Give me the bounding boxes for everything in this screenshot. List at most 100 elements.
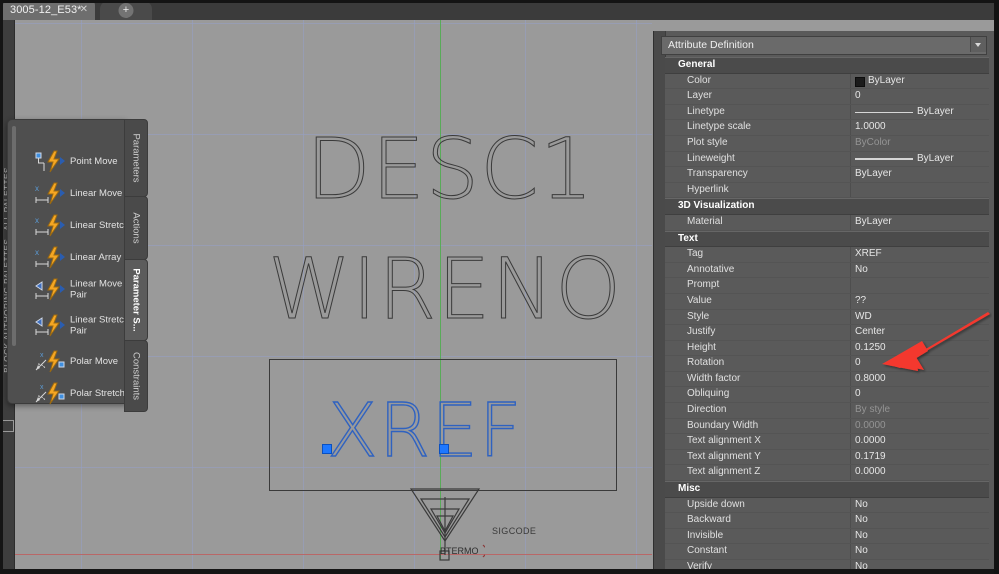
property-row[interactable]: Transparency ByLayer (665, 167, 989, 183)
palette-tool-linear-array[interactable]: x Linear Array (34, 242, 130, 274)
palette-tool-linear-move[interactable]: x Linear Move (34, 178, 130, 210)
property-value[interactable]: Center (855, 326, 885, 337)
property-row[interactable]: Justify Center (665, 325, 989, 341)
property-value[interactable]: By style (855, 404, 890, 415)
property-group-header[interactable]: 3D Visualization (665, 198, 989, 215)
desc1-text[interactable]: DESC1 (305, 120, 594, 219)
palette-tab-parameters[interactable]: Parameters (124, 119, 148, 197)
property-value[interactable]: 0.0000 (855, 466, 886, 477)
palette-tool-linear-move-pair[interactable]: Linear Move Pair (34, 274, 130, 306)
property-value[interactable]: ByLayer (855, 168, 892, 179)
property-value[interactable]: ByLayer (917, 106, 954, 117)
property-row[interactable]: Upside down No (665, 497, 989, 514)
linear-move-icon: x (35, 182, 65, 205)
property-row[interactable]: Style WD (665, 309, 989, 326)
property-row[interactable]: Linetype scale 1.0000 (665, 120, 989, 136)
xref-text[interactable]: XREF (326, 387, 522, 474)
object-type-dropdown[interactable]: Attribute Definition (661, 36, 987, 55)
palette-tab-constraints[interactable]: Constraints (124, 340, 148, 412)
property-value[interactable]: 0 (855, 357, 861, 368)
property-row[interactable]: Text alignment Y 0.1719 (665, 449, 989, 466)
property-value[interactable]: No (855, 264, 868, 275)
property-row[interactable]: Width factor 0.8000 (665, 371, 989, 388)
chevron-down-icon[interactable] (970, 37, 986, 52)
property-row[interactable]: Hyperlink (665, 182, 989, 199)
palette-tool-polar-stretch[interactable]: x Polar Stretch (34, 378, 130, 410)
block-authoring-palette[interactable]: Point Move x Linear Move x Linear Stretc… (7, 119, 130, 405)
property-row[interactable]: Annotative No (665, 262, 989, 279)
column-divider (850, 465, 851, 481)
property-group-header[interactable]: Misc (665, 481, 989, 498)
property-row[interactable]: Value?? (665, 293, 989, 310)
property-row[interactable]: Linetype ByLayer (665, 104, 989, 121)
linear-stretch-pair-icon (35, 314, 65, 337)
property-label: Layer (687, 90, 713, 102)
property-label: Prompt (687, 279, 720, 291)
new-tab-button[interactable]: + (100, 1, 152, 20)
property-value[interactable]: 0.8000 (855, 373, 886, 384)
property-value[interactable]: XREF (855, 248, 882, 259)
property-row[interactable]: Backward No (665, 513, 989, 529)
column-divider (850, 167, 851, 182)
property-row[interactable]: Lineweight ByLayer (665, 151, 989, 168)
property-row[interactable]: Color ByLayer (665, 73, 989, 90)
property-row[interactable]: Plot style ByColor (665, 135, 989, 152)
property-row[interactable]: Obliquing 0 (665, 387, 989, 404)
wireno-text[interactable]: WIRENO (267, 240, 622, 339)
close-icon[interactable]: ✕ (80, 4, 88, 15)
property-value[interactable]: 0.1719 (855, 451, 886, 462)
property-value[interactable]: ByLayer (917, 153, 954, 164)
property-row[interactable]: Tag XREF (665, 247, 989, 263)
property-row[interactable]: Height 0.1250 (665, 340, 989, 357)
palette-tool-point-move[interactable]: Point Move (34, 146, 130, 178)
palette-scrollbar[interactable] (12, 126, 16, 346)
property-value[interactable]: 0.0000 (855, 420, 886, 431)
property-value[interactable]: WD (855, 311, 872, 322)
property-row[interactable]: Boundary Width 0.0000 (665, 418, 989, 435)
property-value[interactable]: No (855, 499, 868, 510)
property-value[interactable]: ByLayer (868, 75, 905, 86)
property-row[interactable]: Prompt (665, 278, 989, 294)
property-value[interactable]: ByLayer (855, 216, 892, 227)
property-row[interactable]: Layer 0 (665, 89, 989, 105)
palette-tab-actions[interactable]: Actions (124, 196, 148, 260)
property-group-header[interactable]: Text (665, 230, 989, 248)
palette-tool-polar-move[interactable]: x Polar Move (34, 346, 130, 378)
property-row[interactable]: Text alignment Z 0.0000 (665, 465, 989, 482)
palette-options-icon[interactable] (2, 420, 14, 432)
property-row[interactable]: Text alignment X 0.0000 (665, 434, 989, 450)
grip-handle[interactable] (439, 444, 449, 454)
property-value[interactable]: 0 (855, 388, 861, 399)
property-label: Material (687, 215, 723, 227)
property-value[interactable]: No (855, 530, 868, 541)
palette-tool-linear-stretch[interactable]: x Linear Stretch (34, 210, 130, 242)
property-group-label: Misc (678, 483, 701, 495)
property-value[interactable]: ?? (855, 295, 866, 306)
property-label: Lineweight (687, 152, 735, 164)
property-value[interactable]: No (855, 514, 868, 525)
property-row[interactable]: Direction By style (665, 403, 989, 419)
image-border-top (0, 0, 999, 3)
property-value[interactable]: ByColor (855, 137, 891, 148)
properties-list[interactable]: General Color ByLayer Layer 0 Linetype ByLayer… (665, 57, 989, 574)
property-row[interactable]: Rotation 0 (665, 356, 989, 372)
property-value[interactable]: 0.1250 (855, 342, 886, 353)
property-value[interactable]: 0 (855, 90, 861, 101)
property-value[interactable]: 0.0000 (855, 435, 886, 446)
signal-symbol[interactable] (405, 485, 485, 570)
property-label: Obliquing (687, 388, 730, 400)
column-divider (850, 135, 851, 151)
property-row[interactable]: Invisible No (665, 528, 989, 545)
grip-handle[interactable] (322, 444, 332, 454)
property-value[interactable]: No (855, 545, 868, 556)
property-row[interactable]: Material ByLayer (665, 214, 989, 231)
property-group-header[interactable]: General (665, 57, 989, 74)
palette-tool-linear-stretch-pair[interactable]: Linear Stretch Pair (34, 310, 130, 342)
document-tab[interactable]: 3005-12_E53* ✕ (3, 1, 95, 20)
svg-text:x: x (35, 184, 39, 193)
property-value[interactable]: 1.0000 (855, 121, 886, 132)
property-row[interactable]: Constant No (665, 544, 989, 560)
column-divider (850, 309, 851, 325)
properties-palette[interactable]: Attribute Definition General Color ByLayer… (653, 31, 999, 574)
palette-tab-parameter-sets[interactable]: Parameter S... (124, 259, 148, 341)
